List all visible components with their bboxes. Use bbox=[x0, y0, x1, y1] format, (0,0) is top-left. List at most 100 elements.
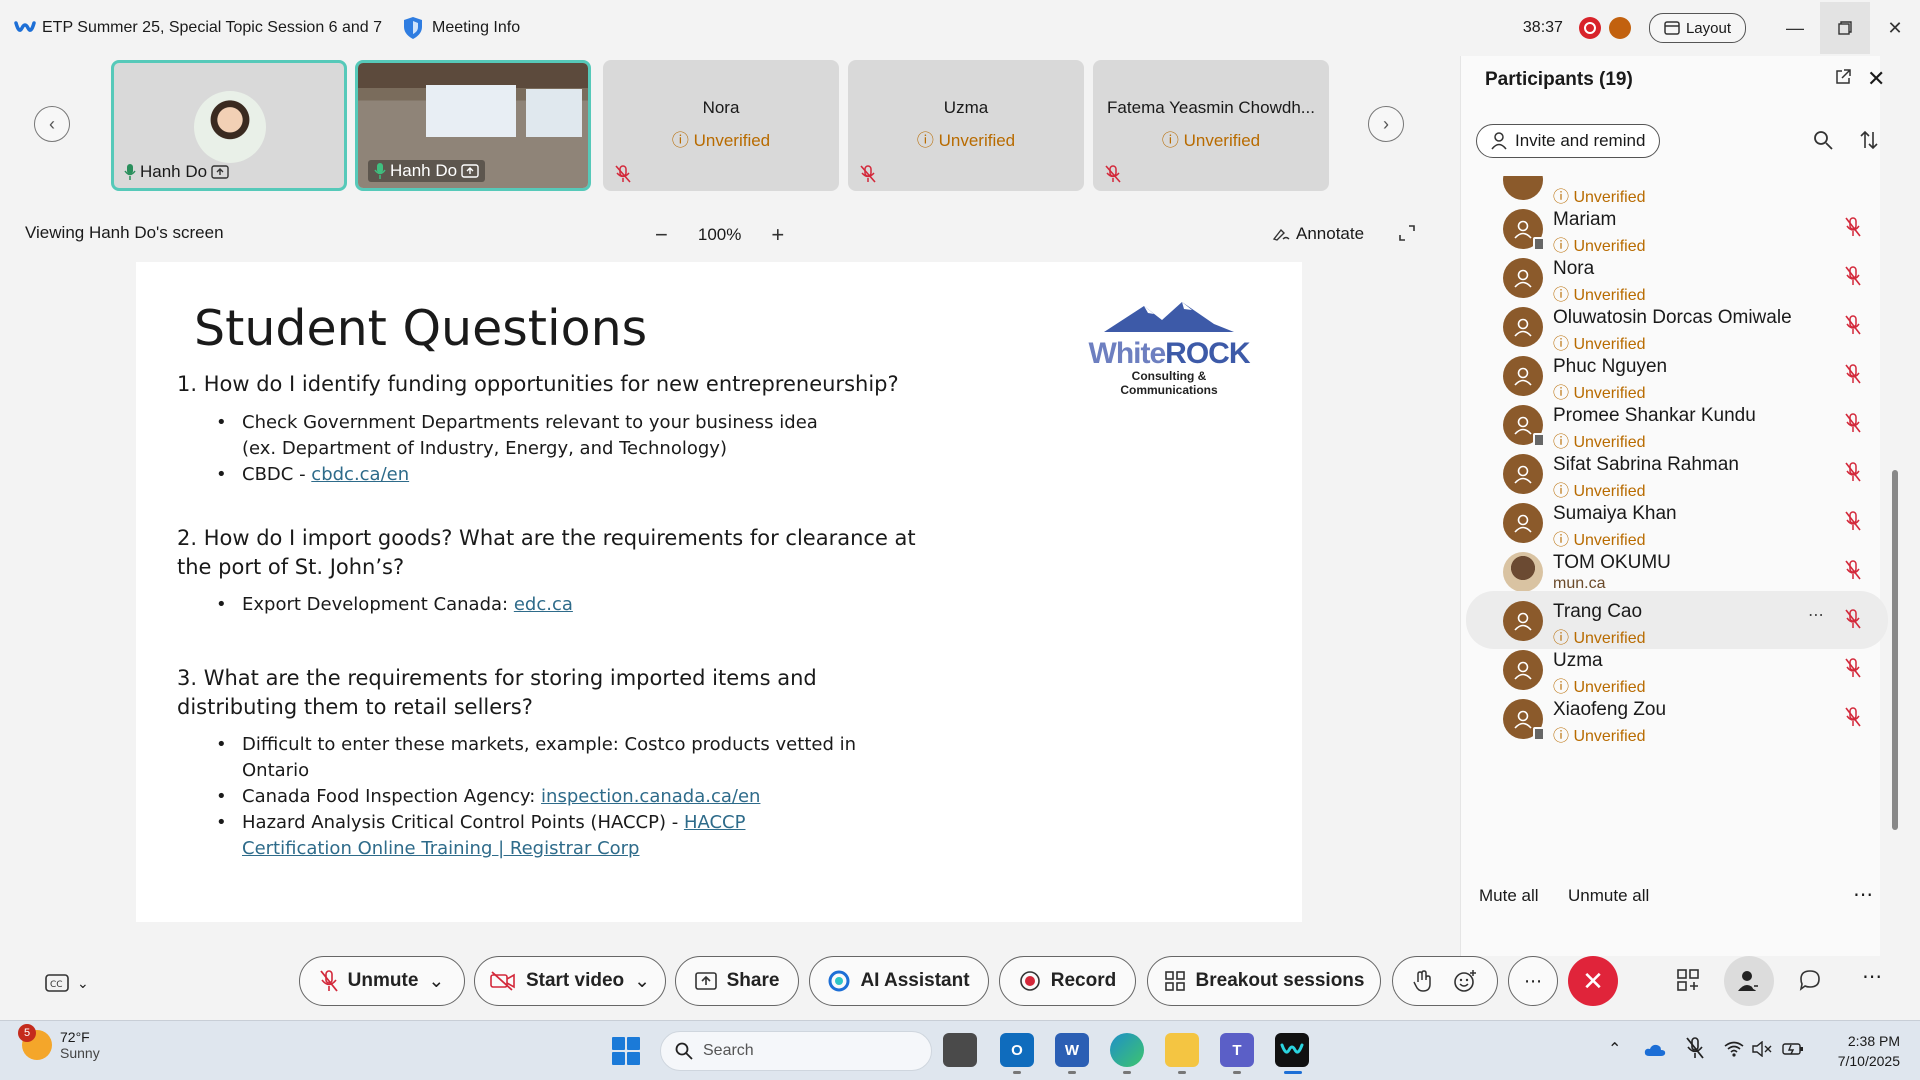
list-item: Check Government Departments relevant to… bbox=[216, 410, 856, 462]
edc-link[interactable]: edc.ca bbox=[514, 594, 573, 615]
word-icon[interactable]: W bbox=[1055, 1033, 1089, 1067]
cfia-link[interactable]: inspection.canada.ca/en bbox=[541, 786, 760, 807]
mic-muted-icon[interactable] bbox=[1845, 266, 1861, 291]
participant-row[interactable]: Xiaofeng Zou ⓘ Unverified bbox=[1461, 689, 1881, 747]
file-explorer-icon[interactable] bbox=[1165, 1033, 1199, 1067]
annotate-button[interactable]: Annotate bbox=[1272, 224, 1364, 244]
mic-muted-icon[interactable] bbox=[1845, 658, 1861, 683]
expand-icon[interactable] bbox=[1398, 224, 1416, 242]
outlook-icon[interactable]: O bbox=[1000, 1033, 1034, 1067]
mic-muted-icon[interactable] bbox=[1845, 707, 1861, 732]
video-tile[interactable]: Fatema Yeasmin Chowdh... ⓘ Unverified bbox=[1093, 60, 1329, 191]
meeting-info-link[interactable]: Meeting Info bbox=[432, 19, 520, 37]
video-tile[interactable]: Uzma ⓘ Unverified bbox=[848, 60, 1084, 191]
share-label: Share bbox=[726, 970, 780, 991]
more-options-icon[interactable]: ⋯ bbox=[1853, 882, 1873, 907]
start-button[interactable] bbox=[612, 1037, 640, 1065]
taskbar-search[interactable]: Search bbox=[660, 1031, 932, 1071]
strip-prev-button[interactable]: ‹ bbox=[34, 106, 70, 142]
zoom-out-button[interactable]: − bbox=[655, 222, 668, 248]
more-button[interactable]: ⋯ bbox=[1508, 956, 1558, 1006]
mic-muted-icon[interactable] bbox=[1845, 560, 1861, 585]
participant-more-icon[interactable]: ⋯ bbox=[1808, 605, 1824, 625]
sun-icon: 5 bbox=[18, 1024, 52, 1060]
strip-next-button[interactable]: › bbox=[1368, 106, 1404, 142]
chevron-up-icon[interactable]: ⌃ bbox=[1608, 1039, 1621, 1059]
mic-muted-icon[interactable] bbox=[1845, 511, 1861, 536]
logo-word-rock: ROCK bbox=[1165, 337, 1250, 370]
start-video-button[interactable]: Start video ⌄ bbox=[474, 956, 666, 1006]
record-button[interactable]: Record bbox=[999, 956, 1136, 1006]
mic-muted-icon[interactable] bbox=[1845, 217, 1861, 242]
mic-muted-icon[interactable] bbox=[1845, 364, 1861, 389]
close-window-button[interactable]: ✕ bbox=[1870, 2, 1920, 54]
chat-icon[interactable] bbox=[1798, 968, 1822, 992]
shield-icon[interactable] bbox=[402, 16, 424, 40]
battery-icon[interactable] bbox=[1782, 1041, 1804, 1057]
meeting-title: ETP Summer 25, Special Topic Session 6 a… bbox=[42, 19, 383, 36]
close-panel-icon[interactable]: ✕ bbox=[1867, 66, 1885, 92]
mic-muted-icon[interactable] bbox=[1845, 413, 1861, 438]
video-tile[interactable]: Hanh Do bbox=[111, 60, 347, 191]
participants-toggle-button[interactable] bbox=[1724, 956, 1774, 1006]
breakout-sessions-button[interactable]: Breakout sessions bbox=[1147, 956, 1381, 1006]
popout-icon[interactable] bbox=[1834, 68, 1852, 86]
captions-button[interactable]: CC ⌄ bbox=[45, 974, 89, 992]
raise-hand-icon[interactable] bbox=[1413, 970, 1431, 992]
weather-widget[interactable]: 5 72°F Sunny bbox=[18, 1024, 100, 1061]
unmute-button[interactable]: Unmute ⌄ bbox=[299, 956, 465, 1006]
more-options-icon[interactable]: ⋯ bbox=[1862, 964, 1882, 989]
share-button[interactable]: Share bbox=[675, 956, 799, 1006]
mic-muted-icon[interactable] bbox=[1845, 462, 1861, 487]
task-view-icon[interactable] bbox=[943, 1033, 977, 1067]
participants-icon bbox=[1738, 971, 1760, 991]
onedrive-icon[interactable] bbox=[1644, 1043, 1666, 1057]
participant-name: Oluwatosin Dorcas Omiwale bbox=[1553, 307, 1792, 328]
webex-icon[interactable] bbox=[1275, 1033, 1309, 1067]
apps-icon[interactable] bbox=[1676, 968, 1700, 992]
chevron-down-icon[interactable]: ⌄ bbox=[634, 970, 650, 993]
participant-name: Uzma bbox=[1553, 650, 1603, 671]
video-tile[interactable]: Hanh Do bbox=[355, 60, 591, 191]
scroll-thumb[interactable] bbox=[1892, 470, 1898, 830]
invite-remind-button[interactable]: Invite and remind bbox=[1476, 124, 1661, 158]
edge-icon[interactable] bbox=[1110, 1033, 1144, 1067]
speaker-muted-icon[interactable] bbox=[1752, 1041, 1772, 1057]
ai-assistant-button[interactable]: AI Assistant bbox=[809, 956, 989, 1006]
tile-info: Nora ⓘ Unverified bbox=[603, 98, 839, 151]
cbdc-link[interactable]: cbdc.ca/en bbox=[311, 464, 409, 485]
mic-muted-icon[interactable] bbox=[1845, 609, 1861, 634]
record-icon bbox=[1019, 971, 1040, 991]
mic-muted-icon[interactable] bbox=[1686, 1037, 1704, 1059]
chevron-down-icon[interactable]: ⌄ bbox=[428, 970, 444, 993]
system-clock[interactable]: 2:38 PM 7/10/2025 bbox=[1818, 1031, 1900, 1071]
viewing-label: Viewing Hanh Do's screen bbox=[25, 223, 224, 242]
zoom-in-button[interactable]: + bbox=[771, 222, 784, 248]
minimize-button[interactable]: — bbox=[1770, 2, 1820, 54]
person-icon bbox=[1514, 318, 1532, 337]
search-icon[interactable] bbox=[1813, 130, 1833, 150]
layout-button[interactable]: Layout bbox=[1648, 13, 1746, 43]
video-tile[interactable]: Nora ⓘ Unverified bbox=[603, 60, 839, 191]
person-icon bbox=[1514, 612, 1532, 631]
sort-icon[interactable] bbox=[1859, 130, 1879, 150]
wifi-icon[interactable] bbox=[1724, 1041, 1744, 1057]
scrollbar[interactable] bbox=[1889, 180, 1901, 860]
ai-indicator-icon[interactable] bbox=[1608, 17, 1631, 39]
person-icon bbox=[1514, 416, 1532, 435]
avatar bbox=[1503, 552, 1543, 592]
layout-icon bbox=[1664, 21, 1680, 35]
slide-title: Student Questions bbox=[194, 300, 648, 357]
question-1: 1. How do I identify funding opportuniti… bbox=[177, 372, 899, 396]
unmute-all-button[interactable]: Unmute all bbox=[1568, 886, 1649, 906]
leave-meeting-button[interactable]: ✕ bbox=[1568, 956, 1618, 1006]
restore-button[interactable] bbox=[1820, 2, 1870, 54]
chevron-right-icon: › bbox=[1383, 113, 1389, 134]
avatar bbox=[1503, 699, 1545, 741]
teams-icon[interactable]: T bbox=[1220, 1033, 1254, 1067]
recording-indicator-icon[interactable] bbox=[1578, 17, 1601, 39]
reactions-icon[interactable] bbox=[1453, 969, 1477, 993]
mic-muted-icon[interactable] bbox=[1845, 315, 1861, 340]
svg-text:CC: CC bbox=[50, 980, 63, 990]
mute-all-button[interactable]: Mute all bbox=[1479, 886, 1539, 906]
